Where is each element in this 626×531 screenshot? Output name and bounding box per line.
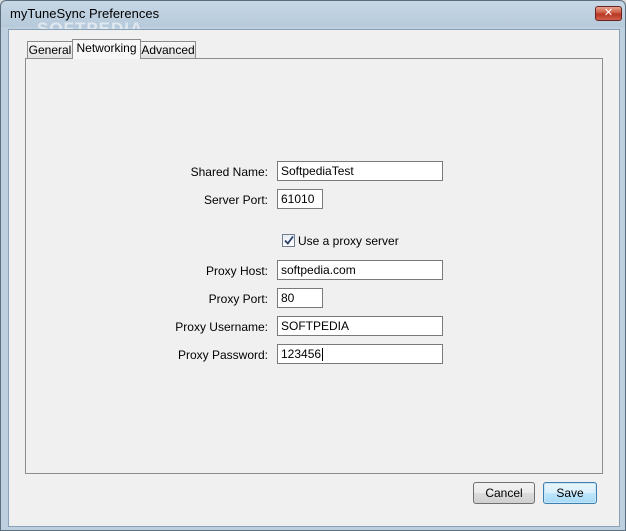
- cancel-button-label: Cancel: [485, 486, 523, 500]
- proxy-password-label: Proxy Password:: [177, 348, 268, 362]
- proxy-password-value: 123456: [281, 347, 322, 361]
- proxy-port-input[interactable]: [277, 288, 323, 308]
- server-port-label: Server Port:: [203, 193, 268, 207]
- tab-advanced[interactable]: Advanced: [140, 41, 196, 58]
- tab-advanced-label: Advanced: [141, 43, 195, 57]
- use-proxy-checkbox[interactable]: [282, 234, 295, 247]
- close-button[interactable]: ✕: [595, 6, 622, 21]
- tab-networking[interactable]: Networking: [72, 39, 141, 59]
- shared-name-input[interactable]: [277, 161, 443, 181]
- text-caret: [322, 348, 324, 362]
- proxy-host-input[interactable]: [277, 260, 443, 280]
- title-bar[interactable]: myTuneSync Preferences SOFTPEDIA ✕: [1, 1, 625, 38]
- close-icon: ✕: [603, 7, 614, 19]
- proxy-username-input[interactable]: [277, 316, 443, 336]
- tab-networking-label: Networking: [76, 41, 137, 55]
- proxy-password-input[interactable]: 123456: [277, 344, 443, 364]
- dialog-client-area: www.softpedia.com General Networking Adv…: [8, 29, 620, 527]
- cancel-button[interactable]: Cancel: [473, 482, 535, 504]
- server-port-input[interactable]: [277, 189, 323, 209]
- use-proxy-label[interactable]: Use a proxy server: [298, 234, 399, 248]
- preferences-window: myTuneSync Preferences SOFTPEDIA ✕ www.s…: [0, 0, 626, 531]
- save-button-label: Save: [556, 486, 584, 500]
- checkmark-icon: [284, 235, 294, 245]
- tab-general[interactable]: General: [27, 41, 73, 58]
- tab-general-label: General: [28, 43, 72, 57]
- window-title: myTuneSync Preferences: [10, 6, 160, 21]
- networking-panel: Shared Name: Server Port: Use a proxy se…: [25, 58, 603, 474]
- proxy-host-label: Proxy Host:: [205, 264, 268, 278]
- save-button[interactable]: Save: [543, 482, 597, 504]
- proxy-port-label: Proxy Port:: [208, 292, 268, 306]
- shared-name-label: Shared Name:: [190, 165, 268, 179]
- proxy-username-label: Proxy Username:: [175, 320, 268, 334]
